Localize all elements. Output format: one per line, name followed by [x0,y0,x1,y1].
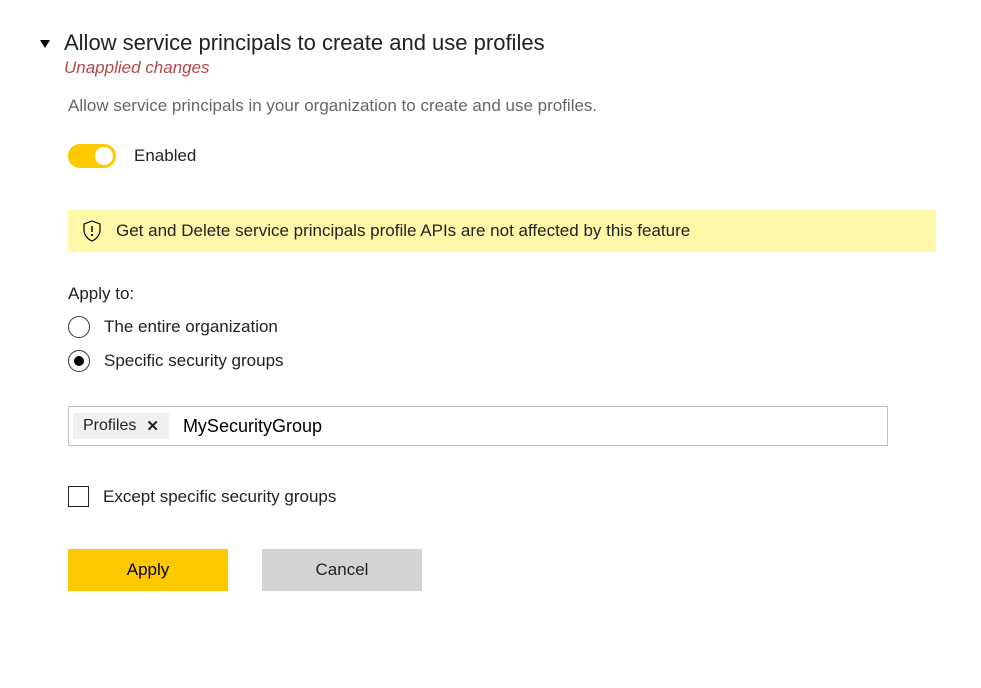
section-header: Allow service principals to create and u… [64,30,545,78]
cancel-button[interactable]: Cancel [262,549,422,591]
enabled-toggle[interactable] [68,144,116,168]
checkbox-icon [68,486,89,507]
security-groups-input[interactable]: Profiles ✕ [68,406,888,446]
section-title: Allow service principals to create and u… [64,30,545,56]
shield-alert-icon [82,220,102,242]
remove-chip-icon[interactable]: ✕ [146,417,159,435]
radio-icon [68,350,90,372]
info-banner: Get and Delete service principals profil… [68,210,936,252]
enabled-toggle-label: Enabled [134,146,196,166]
group-text-input[interactable] [181,415,883,438]
radio-label: The entire organization [104,317,278,337]
radio-entire-organization[interactable]: The entire organization [68,316,936,338]
collapse-icon[interactable] [40,40,50,48]
toggle-knob [95,147,113,165]
info-banner-text: Get and Delete service principals profil… [116,221,690,241]
group-chip: Profiles ✕ [73,413,169,439]
apply-to-label: Apply to: [68,284,936,304]
except-groups-label: Except specific security groups [103,487,336,507]
group-chip-label: Profiles [83,417,136,435]
radio-icon [68,316,90,338]
radio-specific-security-groups[interactable]: Specific security groups [68,350,936,372]
radio-label: Specific security groups [104,351,284,371]
except-groups-checkbox[interactable]: Except specific security groups [68,486,936,507]
unapplied-changes-label: Unapplied changes [64,58,545,78]
apply-button[interactable]: Apply [68,549,228,591]
section-description: Allow service principals in your organiz… [68,96,936,116]
